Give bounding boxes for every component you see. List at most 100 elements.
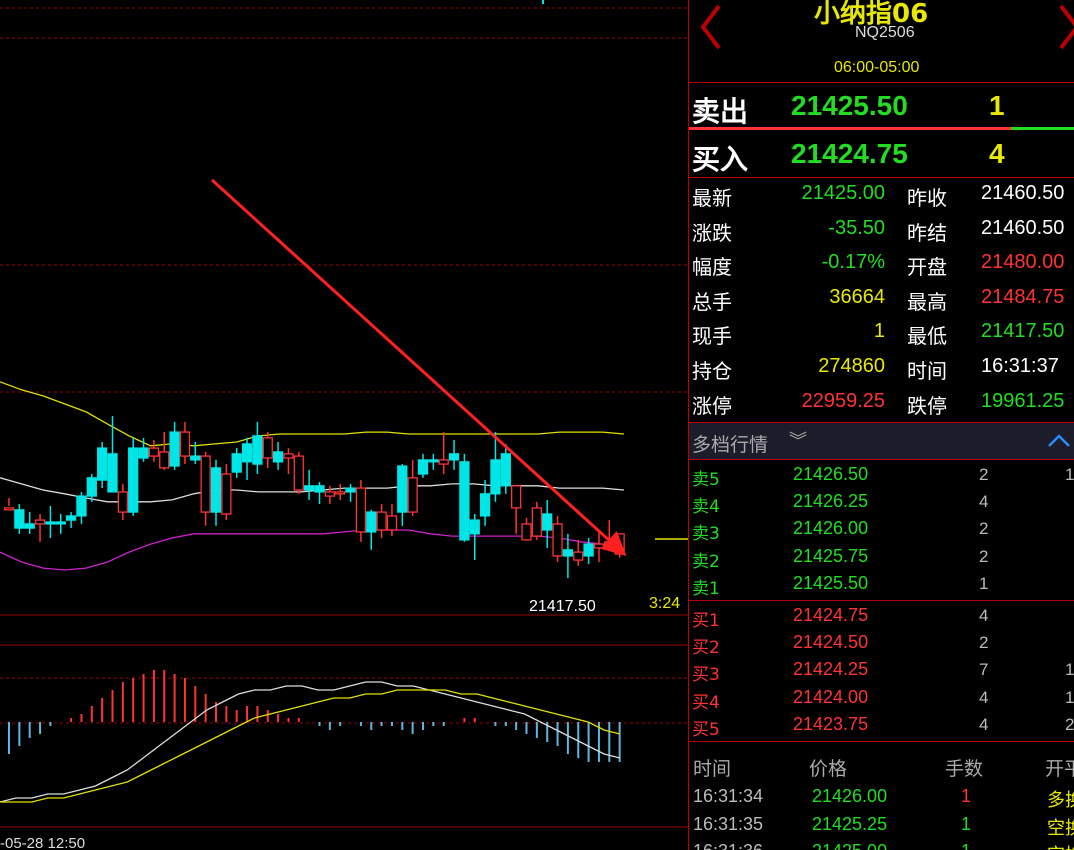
level-volume: 7: [979, 660, 989, 680]
quote-label: 昨结: [907, 220, 947, 245]
order-book-row[interactable]: 买1 21424.75 4: [689, 604, 1074, 631]
divider: [689, 741, 1074, 742]
candle-body: [428, 459, 439, 463]
candle-body: [76, 495, 87, 517]
level-volume: 4: [979, 687, 989, 707]
double-chevron-down-icon[interactable]: ︾: [789, 427, 807, 453]
trades-header-type: 开平: [1045, 758, 1074, 780]
level-label: 买4: [692, 692, 720, 713]
trade-time: 16:31:34: [693, 786, 764, 806]
level-price: 21426.25: [793, 491, 869, 512]
candle-body: [55, 521, 66, 525]
kline-chart[interactable]: 21417.50 3:24 -05-28 12:50: [0, 0, 688, 850]
candle-body: [397, 465, 408, 513]
sell-price: 21425.50: [791, 90, 908, 121]
order-book-row[interactable]: 卖5 21426.50 2 1: [689, 463, 1074, 490]
candle-body: [3, 507, 15, 511]
candle-body: [521, 523, 532, 541]
quote-value: 21460.50: [981, 182, 1065, 204]
prev-contract-button[interactable]: [695, 2, 725, 52]
quote-panel: 小纳指06 NQ2506 06:00-05:00 卖出 21425.50 1 买…: [688, 0, 1074, 850]
order-book-row[interactable]: 买2 21424.50 2: [689, 631, 1074, 658]
quote-value: 21417.50: [981, 320, 1065, 343]
candle-body: [469, 519, 480, 535]
candle-body: [283, 453, 294, 459]
candle-body: [138, 447, 149, 459]
session-time: 06:00-05:00: [834, 59, 920, 76]
candle-body: [262, 437, 273, 459]
bid-ask-ratio-bar: [689, 127, 1074, 130]
candle-body: [345, 487, 356, 493]
quote-label: 幅度: [692, 255, 732, 280]
quote-value: 1: [873, 320, 885, 343]
candle-body: [459, 461, 470, 541]
level-label: 卖2: [692, 551, 720, 572]
level-price: 21424.00: [793, 686, 869, 707]
candle-body: [107, 453, 118, 493]
quote-value: 36664: [829, 285, 885, 308]
bollinger-upper-line: [0, 381, 625, 447]
level-label: 卖5: [692, 470, 720, 490]
candle-body: [490, 459, 501, 495]
candle-body: [500, 453, 511, 487]
quote-label: 最低: [907, 324, 947, 349]
candle-body: [210, 467, 222, 513]
quote-label: 现手: [692, 324, 732, 349]
quote-value: 22959.25: [801, 389, 885, 412]
candle-body: [97, 447, 108, 481]
candle-body: [542, 513, 553, 531]
candle-body: [221, 473, 232, 515]
level-volume: 2: [979, 465, 989, 484]
trade-type: 空换: [1047, 841, 1074, 850]
candle-body: [552, 523, 563, 557]
order-book-row[interactable]: 卖1 21425.50 1: [689, 572, 1074, 599]
order-book-row[interactable]: 卖3 21426.00 2: [689, 517, 1074, 544]
macd-dea-line: [0, 689, 621, 803]
candle-body: [407, 477, 418, 513]
level-extra: 1: [1065, 687, 1074, 707]
trade-volume: 1: [961, 841, 971, 850]
quote-label: 最新: [692, 186, 732, 210]
candle-body: [252, 435, 263, 465]
chevron-right-icon: [1059, 4, 1074, 50]
candle-body: [593, 543, 605, 549]
candle-body: [231, 453, 242, 473]
candle-body: [324, 491, 336, 497]
order-book-row[interactable]: 买3 21424.25 7 1: [689, 658, 1074, 685]
trades-header-time: 时间: [693, 758, 732, 780]
next-contract-button[interactable]: [1055, 2, 1074, 52]
quote-label: 涨跌: [692, 220, 732, 245]
quote-label: 时间: [907, 359, 947, 383]
level-label: 买5: [692, 719, 720, 740]
divider: [689, 177, 1074, 178]
quote-value: 19961.25: [981, 389, 1065, 412]
trade-time: 16:31:36: [693, 841, 763, 850]
sell-label: 卖出: [692, 95, 749, 128]
depth-header[interactable]: 多档行情 ︾: [689, 423, 1074, 459]
quote-label: 最高: [907, 289, 947, 314]
level-price: 21426.50: [793, 464, 869, 484]
chevron-up-icon[interactable]: [1047, 433, 1071, 449]
level-price: 21424.50: [793, 632, 869, 653]
level-label: 卖1: [692, 578, 720, 599]
order-book-row[interactable]: 卖2 21425.75 2: [689, 545, 1074, 572]
trade-volume: 1: [961, 786, 972, 806]
candle-body: [479, 493, 491, 517]
trade-type: 空换: [1047, 817, 1074, 839]
candle-body: [148, 447, 160, 457]
order-book-row[interactable]: 买4 21424.00 4 1: [689, 686, 1074, 713]
order-book-row[interactable]: 卖4 21426.25 4: [689, 490, 1074, 517]
time-right-label: 3:24: [649, 595, 681, 612]
order-book-row[interactable]: 买5 21423.75 4 2: [689, 713, 1074, 740]
level-volume: 1: [979, 573, 989, 593]
level-price: 21424.25: [793, 659, 869, 680]
macd-dif-line: [0, 681, 621, 803]
level-extra: 1: [1065, 660, 1074, 680]
divider: [689, 600, 1074, 601]
candle-body: [45, 521, 56, 525]
quote-value: 21425.00: [801, 182, 885, 204]
quote-value: -35.50: [828, 216, 885, 239]
trade-row: 16:31:36 21425.00 1 空换: [689, 840, 1074, 850]
trade-row: 16:31:35 21425.25 1 空换: [689, 813, 1074, 839]
candle-body: [241, 443, 253, 463]
